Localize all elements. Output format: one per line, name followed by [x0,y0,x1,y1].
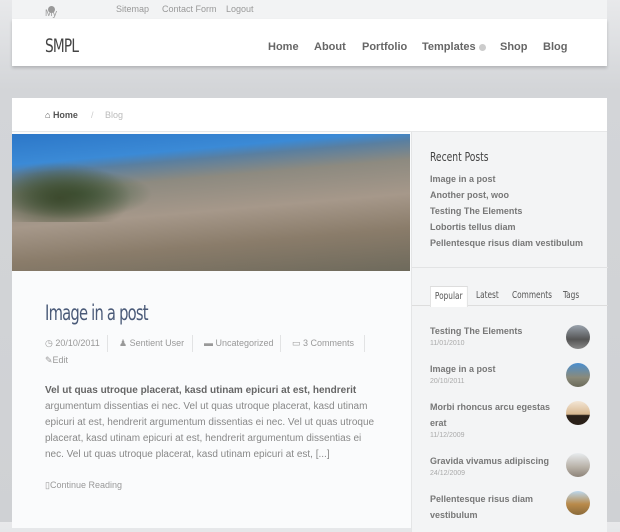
sidebar: Recent Posts Image in a post Another pos… [411,132,608,532]
recent-post-link[interactable]: Pellentesque risus diam vestibulum [430,238,583,248]
my-account-link[interactable]: My Account [45,4,78,28]
nav-blog[interactable]: Blog [543,41,567,53]
post-author[interactable]: ♟ Sentient User [119,338,184,349]
breadcrumb: ⌂ Home / Blog [12,98,607,132]
continue-reading-link[interactable]: ▯Continue Reading [45,480,122,491]
post-title[interactable]: Image in a post [45,301,149,325]
post-excerpt: Vel ut quas utroque placerat, kasd utina… [45,383,375,463]
post-comments-value: 3 Comments [303,338,355,348]
tab-tags[interactable]: Tags [563,290,579,301]
recent-post-link[interactable]: Another post, woo [430,190,509,200]
breadcrumb-current: Blog [105,110,124,120]
tab-latest[interactable]: Latest [476,290,499,301]
popular-item[interactable]: Image in a post 20/10/2011 [430,361,555,386]
top-utility-bar: My Account Sitemap Contact Form Logout [12,0,607,28]
popular-item-date: 11/01/2010 [430,340,465,347]
recent-post-link[interactable]: Lobortis tellus diam [430,222,516,232]
divider [192,335,193,352]
nav-about[interactable]: About [314,41,346,53]
nav-shop[interactable]: Shop [500,41,528,53]
post-edit[interactable]: ✎Edit [45,355,68,366]
popular-item[interactable]: Testing The Elements 11/01/2010 [430,323,555,348]
post-category-value: Uncategorized [215,338,274,348]
popular-item-date: 20/10/2011 [430,378,465,385]
comment-icon: ▭ [292,338,304,348]
popular-item[interactable]: Pellentesque risus diam vestibulum [430,491,555,523]
post-category[interactable]: ▬ Uncategorized [204,338,274,348]
nav-home[interactable]: Home [268,41,299,53]
divider [280,335,281,352]
post-featured-image[interactable] [12,134,410,271]
user-icon: ♟ [119,338,130,348]
tab-popular[interactable]: Popular [430,286,468,307]
site-header: SMPL Home About Portfolio Templates Shop… [12,19,607,66]
clock-icon: ◷ [45,338,56,348]
folder-icon: ▬ [204,338,216,348]
popular-item-title: Morbi rhoncus arcu egestas erat [430,402,551,428]
sidebar-tabs: Popular Latest Comments Tags [412,286,608,307]
popular-item-title: Image in a post [430,364,496,374]
divider [107,335,108,352]
popular-item-title: Testing The Elements [430,326,523,336]
dropdown-icon [478,44,486,51]
breadcrumb-home[interactable]: ⌂ Home [45,110,78,120]
nav-templates-label: Templates [422,41,476,53]
popular-item-title: Gravida vivamus adipiscing [430,456,550,466]
nav-templates[interactable]: Templates [422,41,486,53]
divider [412,267,608,268]
post-thumbnail[interactable] [566,325,590,349]
post-thumbnail[interactable] [566,363,590,387]
post-edit-label: Edit [52,355,69,365]
excerpt-lead: Vel ut quas utroque placerat, kasd utina… [45,385,357,396]
logout-link[interactable]: Logout [226,4,254,14]
excerpt-body: argumentum dissentias ei nec. Vel ut qua… [45,401,375,460]
content-panel: ⌂ Home / Blog Image in a post ◷ 20/10/20… [12,98,608,532]
post-date-value: 20/10/2011 [55,338,100,348]
post-thumbnail[interactable] [566,491,590,515]
recent-post-link[interactable]: Image in a post [430,174,496,184]
recent-post-link[interactable]: Testing The Elements [430,206,522,216]
sitemap-link[interactable]: Sitemap [116,4,149,14]
continue-reading-label: Continue Reading [49,480,123,490]
pencil-icon: ✎ [45,355,53,365]
post-date: ◷ 20/10/2011 [45,338,100,349]
post-thumbnail[interactable] [566,453,590,477]
popular-item-title: Pellentesque risus diam vestibulum [430,494,534,520]
popular-item[interactable]: Morbi rhoncus arcu egestas erat 11/12/200… [430,399,555,440]
popular-item-date: 24/12/2009 [430,470,466,477]
popular-item[interactable]: Gravida vivamus adipiscing 24/12/2009 [430,453,555,478]
home-icon: ⌂ [45,110,53,120]
site-logo[interactable]: SMPL [45,35,79,57]
post-author-value: Sentient User [129,338,185,348]
nav-portfolio[interactable]: Portfolio [362,41,407,53]
tab-comments[interactable]: Comments [512,290,552,301]
divider [364,335,365,352]
contact-form-link[interactable]: Contact Form [162,4,217,14]
breadcrumb-separator: / [91,110,94,120]
post-thumbnail[interactable] [566,401,590,425]
popular-item-date: 11/12/2009 [430,432,465,439]
post-comments[interactable]: ▭ 3 Comments [292,338,354,349]
recent-posts-title: Recent Posts [430,150,489,164]
breadcrumb-home-label: Home [52,110,78,120]
